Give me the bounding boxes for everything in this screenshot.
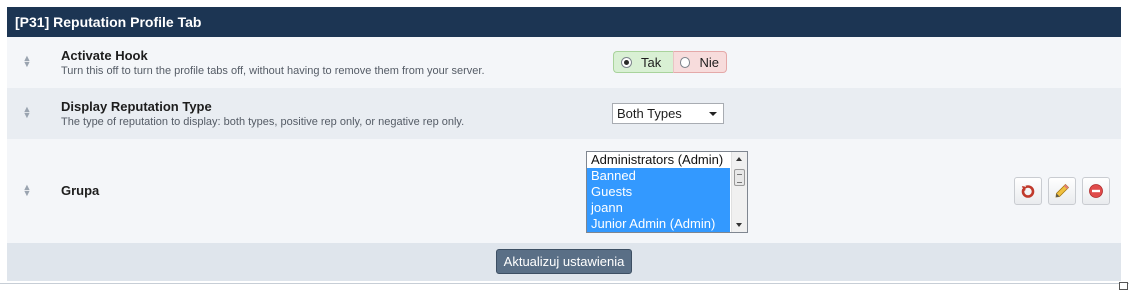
setting-title: Grupa bbox=[61, 183, 100, 198]
list-item[interactable]: Banned bbox=[587, 168, 730, 184]
delete-button[interactable] bbox=[1082, 177, 1110, 205]
listbox-scrollbar[interactable] bbox=[731, 152, 747, 232]
radio-no[interactable]: Nie bbox=[673, 51, 727, 73]
scroll-up-icon[interactable] bbox=[736, 157, 742, 161]
reputation-type-select[interactable]: Both Types bbox=[612, 103, 724, 124]
row-actions bbox=[1014, 177, 1110, 205]
radio-yes[interactable]: Tak bbox=[613, 51, 673, 73]
list-item[interactable]: Administrators (Admin) bbox=[587, 152, 730, 168]
form-footer: Aktualizuj ustawienia bbox=[7, 243, 1121, 281]
radio-yes-label: Tak bbox=[641, 54, 662, 70]
setting-description: The type of reputation to display: both … bbox=[61, 116, 465, 128]
edit-button[interactable] bbox=[1048, 177, 1076, 205]
yes-no-toggle: Tak Nie bbox=[613, 51, 727, 73]
radio-unchecked-icon[interactable] bbox=[680, 56, 691, 68]
select-value: Both Types bbox=[617, 106, 682, 121]
drag-handle-icon[interactable]: ▲ ▼ bbox=[22, 105, 32, 120]
panel-title: [P31] Reputation Profile Tab bbox=[7, 7, 1121, 37]
list-item[interactable]: Junior Admin (Admin) bbox=[587, 216, 730, 232]
radio-no-label: Nie bbox=[699, 54, 719, 70]
drag-handle-icon[interactable]: ▲ ▼ bbox=[22, 183, 32, 198]
revert-button[interactable] bbox=[1014, 177, 1042, 205]
group-multiselect[interactable]: Administrators (Admin) Banned Guests joa… bbox=[586, 151, 748, 233]
list-item[interactable]: joann bbox=[587, 200, 730, 216]
setting-title: Display Reputation Type bbox=[61, 99, 212, 114]
chevron-down-icon bbox=[709, 112, 717, 116]
resize-grip-icon bbox=[1119, 282, 1128, 290]
divider bbox=[0, 283, 1129, 284]
pencil-icon bbox=[1055, 183, 1070, 198]
setting-row-group: ▲ ▼ Grupa Administrators (Admin) Banned G… bbox=[7, 139, 1121, 243]
drag-handle-icon[interactable]: ▲ ▼ bbox=[22, 54, 32, 69]
scroll-down-icon[interactable] bbox=[736, 223, 742, 227]
settings-panel: [P31] Reputation Profile Tab ▲ ▼ Activate… bbox=[7, 7, 1121, 281]
delete-icon bbox=[1089, 184, 1103, 198]
update-settings-button[interactable]: Aktualizuj ustawienia bbox=[496, 249, 632, 274]
scroll-thumb[interactable] bbox=[734, 169, 745, 186]
list-item[interactable]: Guests bbox=[587, 184, 730, 200]
radio-checked-icon[interactable] bbox=[621, 56, 632, 68]
setting-title: Activate Hook bbox=[61, 48, 148, 63]
setting-row-display-type: ▲ ▼ Display Reputation Type The type of r… bbox=[7, 88, 1121, 139]
revert-icon bbox=[1021, 185, 1035, 198]
setting-description: Turn this off to turn the profile tabs o… bbox=[61, 65, 485, 77]
setting-row-activate-hook: ▲ ▼ Activate Hook Turn this off to turn t… bbox=[7, 37, 1121, 88]
